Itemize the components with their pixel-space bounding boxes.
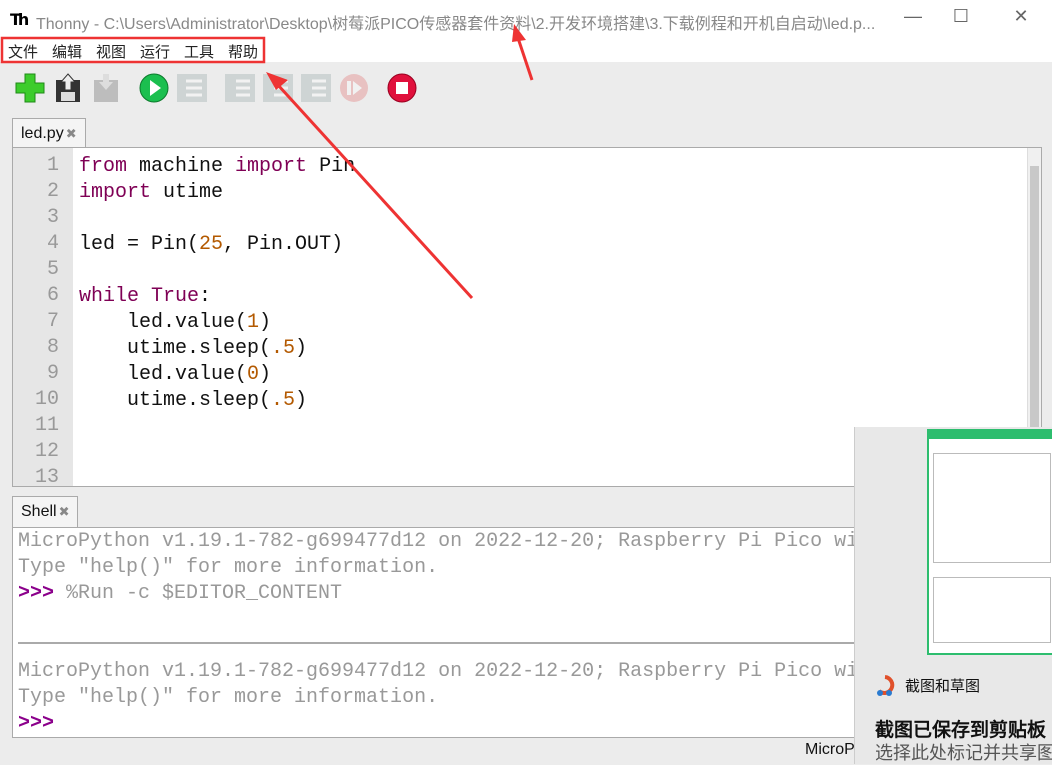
keyword-token: while — [79, 285, 140, 308]
line-number: 13 — [34, 466, 59, 487]
window-title: Thonny - C:\Users\Administrator\Desktop\… — [36, 16, 876, 33]
close-tab-icon[interactable]: ✖ — [66, 126, 77, 141]
shell-input-line[interactable]: >>> — [18, 712, 54, 735]
code-line[interactable]: utime.sleep(.5) — [79, 336, 355, 362]
code-line[interactable]: import utime — [79, 180, 355, 206]
number-token: 1 — [247, 311, 260, 334]
notification-app-name: 截图和草图 — [905, 678, 981, 695]
line-number: 10 — [34, 388, 59, 411]
tab-led-py[interactable]: led.py ✖ — [12, 118, 86, 149]
code-token: utime.sleep( — [79, 389, 272, 412]
notification-subtitle: 选择此处标记并共享图像 — [875, 743, 1052, 763]
menu-help[interactable]: 帮助 — [228, 41, 258, 62]
shell-run-line: >>> %Run -c $EDITOR_CONTENT — [18, 582, 342, 605]
line-number: 6 — [46, 284, 59, 307]
menu-run[interactable]: 运行 — [140, 41, 170, 62]
step-into-icon[interactable] — [262, 72, 294, 104]
screenshot-thumbnail[interactable] — [927, 429, 1052, 655]
code-line[interactable]: while True: — [79, 284, 355, 310]
code-text[interactable]: from machine import Pin import utime led … — [79, 154, 355, 486]
shell-prompt: >>> — [18, 712, 55, 735]
keyword-token: from — [79, 155, 128, 178]
code-token: utime.sleep( — [79, 337, 272, 360]
code-token: led.value( — [79, 311, 248, 334]
code-token: Pin — [307, 155, 356, 178]
code-line[interactable] — [79, 206, 355, 232]
code-line[interactable]: from machine import Pin — [79, 154, 355, 180]
line-number: 5 — [46, 258, 59, 281]
run-icon[interactable] — [138, 72, 170, 104]
shell-banner: MicroPython v1.19.1-782-g699477d12 on 20… — [18, 660, 967, 683]
screenshot-notification[interactable]: 截图和草图 截图已保存到剪贴板 选择此处标记并共享图像 — [854, 427, 1052, 764]
keyword-token: True — [151, 285, 200, 308]
number-token: 0 — [247, 363, 260, 386]
debug-icon[interactable] — [176, 72, 208, 104]
line-number: 11 — [34, 414, 59, 437]
line-number: 9 — [46, 362, 59, 385]
code-line[interactable]: led = Pin(25, Pin.OUT) — [79, 232, 355, 258]
line-number: 3 — [46, 206, 59, 229]
minimize-button[interactable]: — — [898, 6, 928, 32]
scrollbar-thumb[interactable] — [1030, 166, 1039, 466]
notification-title: 截图已保存到剪贴板 — [875, 720, 1047, 741]
code-line[interactable] — [79, 258, 355, 284]
snipping-tool-icon — [877, 675, 895, 696]
code-token: led = Pin( — [79, 233, 200, 256]
app-logo: Th — [10, 10, 29, 29]
line-number: 2 — [46, 180, 59, 203]
stop-icon[interactable] — [386, 72, 418, 104]
line-number: 7 — [46, 310, 59, 333]
keyword-token: import — [79, 181, 152, 204]
code-token: utime — [151, 181, 224, 204]
tab-shell[interactable]: Shell ✖ — [12, 496, 79, 527]
number-token: 25 — [199, 233, 224, 256]
line-number: 8 — [46, 336, 59, 359]
step-over-icon[interactable] — [224, 72, 256, 104]
shell-command: %Run -c $EDITOR_CONTENT — [54, 582, 343, 605]
code-token: , Pin.OUT) — [223, 233, 344, 256]
code-line[interactable] — [79, 466, 355, 486]
shell-help: Type "help()" for more information. — [18, 686, 439, 709]
new-file-icon[interactable] — [14, 72, 46, 104]
menu-view[interactable]: 视图 — [96, 41, 126, 62]
resume-icon[interactable] — [338, 72, 370, 104]
step-out-icon[interactable] — [300, 72, 332, 104]
code-token: ) — [259, 311, 272, 334]
maximize-button[interactable]: ☐ — [946, 6, 976, 32]
toolbar — [0, 62, 1052, 112]
code-line[interactable]: led.value(0) — [79, 362, 355, 388]
line-numbers: 1 2 3 4 5 6 7 8 9 10 11 12 13 — [13, 148, 73, 486]
code-line[interactable]: led.value(1) — [79, 310, 355, 336]
code-token: ) — [295, 389, 308, 412]
title-bar: Th Thonny - C:\Users\Administrator\Deskt… — [0, 0, 1052, 38]
download-icon[interactable] — [90, 72, 122, 104]
code-line[interactable] — [79, 414, 355, 440]
menu-bar: 文件 编辑 视图 运行 工具 帮助 — [0, 38, 1052, 62]
code-token: led.value( — [79, 363, 248, 386]
menu-edit[interactable]: 编辑 — [52, 41, 82, 62]
line-number: 1 — [46, 154, 59, 177]
line-number: 12 — [34, 440, 59, 463]
menu-tools[interactable]: 工具 — [184, 41, 214, 62]
line-number: 4 — [46, 232, 59, 255]
number-token: .5 — [271, 389, 296, 412]
save-icon[interactable] — [52, 72, 84, 104]
shell-banner: MicroPython v1.19.1-782-g699477d12 on 20… — [18, 530, 967, 553]
menu-file[interactable]: 文件 — [8, 41, 38, 62]
code-line[interactable]: utime.sleep(.5) — [79, 388, 355, 414]
code-token: machine — [127, 155, 236, 178]
code-token: ) — [259, 363, 272, 386]
close-tab-icon[interactable]: ✖ — [59, 504, 70, 519]
shell-help: Type "help()" for more information. — [18, 556, 439, 579]
tab-label: led.py — [21, 125, 64, 142]
number-token: .5 — [271, 337, 296, 360]
keyword-token: import — [235, 155, 308, 178]
shell-prompt: >>> — [18, 582, 55, 605]
tab-label: Shell — [21, 503, 57, 520]
close-button[interactable]: ✕ — [1006, 6, 1036, 32]
code-token: ) — [295, 337, 308, 360]
code-token: : — [199, 285, 212, 308]
code-line[interactable] — [79, 440, 355, 466]
